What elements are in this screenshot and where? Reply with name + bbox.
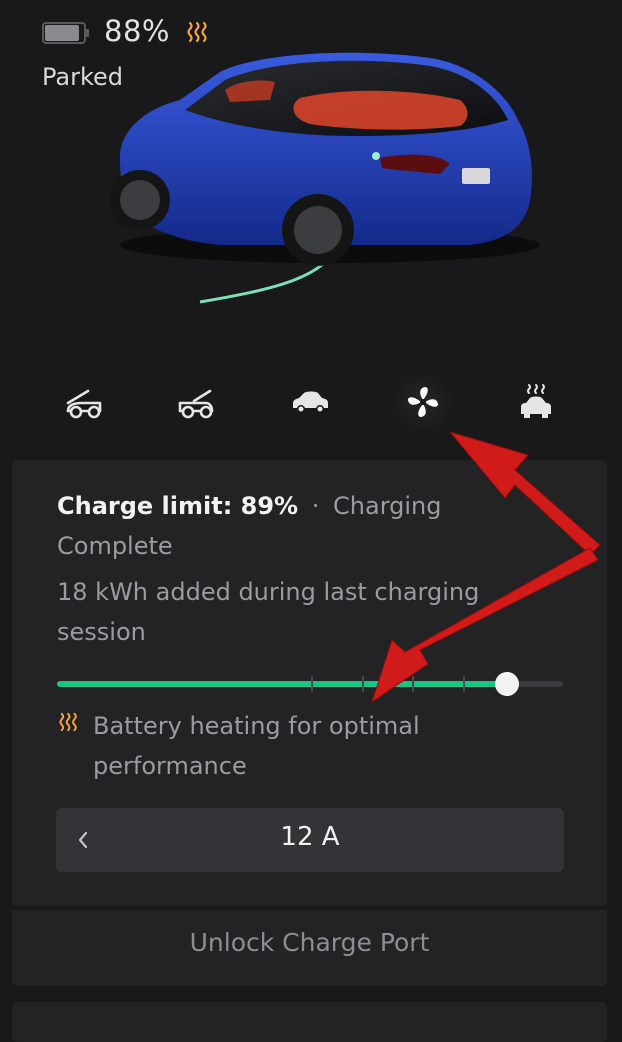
chevron-left-icon (78, 831, 88, 849)
heating-line1: Battery heating for optimal (93, 712, 420, 740)
slider-tick (463, 676, 465, 692)
trunk-button[interactable] (164, 370, 228, 434)
trunk-open-icon (178, 389, 214, 419)
decrease-current-button[interactable] (70, 824, 96, 856)
battery-icon (42, 22, 89, 44)
session-line2: session (57, 618, 146, 646)
charge-current-value: 12 A (280, 822, 340, 852)
separator-dot: · (311, 492, 320, 520)
heated-car-icon (521, 384, 551, 418)
car-button[interactable] (278, 370, 342, 434)
slider-tick (412, 676, 414, 692)
fan-icon (408, 387, 438, 417)
climate-button[interactable] (391, 370, 455, 434)
car-image (110, 52, 540, 304)
charge-status-text: Charge limit: 89% · Charging Complete (57, 486, 557, 566)
frunk-open-icon (66, 389, 102, 419)
session-line1: 18 kWh added during last charging (57, 578, 480, 606)
session-energy-text: 18 kWh added during last charging sessio… (57, 572, 527, 652)
charging-status-line2: Complete (57, 532, 173, 560)
heating-line2: performance (93, 752, 247, 780)
charging-status-line1: Charging (333, 492, 442, 520)
charge-limit-slider-fill (57, 681, 508, 687)
charge-limit-label: Charge limit: 89% (57, 492, 299, 520)
battery-heating-icon (59, 712, 77, 732)
heated-car-button[interactable] (504, 370, 568, 434)
slider-tick (311, 676, 313, 692)
car-icon (293, 391, 328, 413)
next-card (12, 1002, 607, 1042)
battery-heating-message: Battery heating for optimal performance (93, 706, 513, 786)
slider-tick (362, 676, 364, 692)
quick-controls (0, 370, 622, 434)
unlock-charge-port-label: Unlock Charge Port (189, 928, 430, 957)
frunk-button[interactable] (52, 370, 116, 434)
